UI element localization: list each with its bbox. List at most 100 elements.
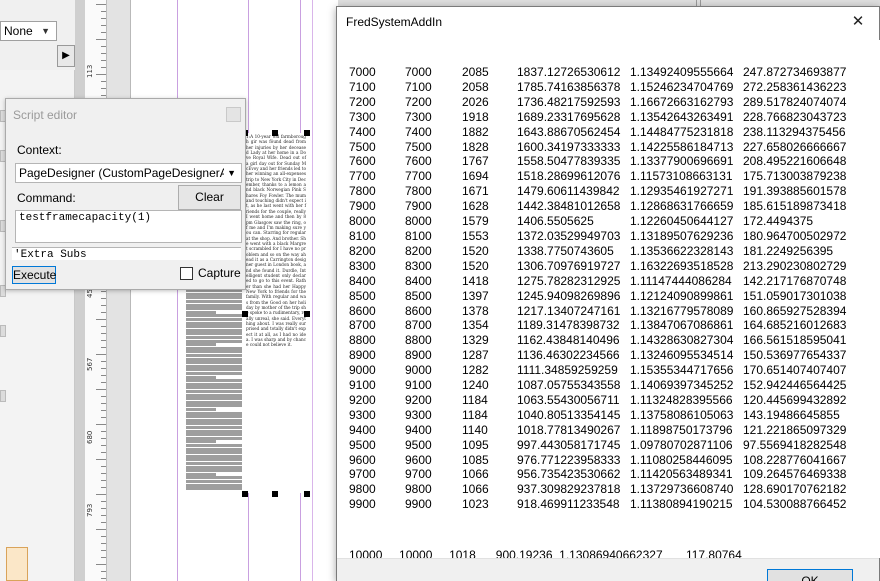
margin-guide bbox=[312, 0, 313, 581]
table-cell: 8400 bbox=[405, 273, 432, 288]
ruler-tick bbox=[101, 515, 106, 516]
table-cell: 1.11380894190215 bbox=[630, 497, 733, 512]
table-cell: 7200 bbox=[405, 94, 432, 109]
table-cell: 8600 bbox=[405, 303, 432, 318]
table-cell: 7100 bbox=[349, 79, 376, 94]
placeholder-text-frame[interactable] bbox=[186, 282, 242, 491]
ruler-tick bbox=[101, 32, 106, 33]
ok-button[interactable]: OK bbox=[767, 569, 853, 581]
table-cell: 228.766823043723 bbox=[743, 109, 847, 124]
ruler-label: 680 bbox=[86, 430, 94, 444]
table-row: 9100 9100 1240 1087.05755343558 1.1406939734… bbox=[349, 378, 853, 393]
table-cell: 160.865927528394 bbox=[743, 303, 847, 318]
context-select[interactable]: PageDesigner (CustomPageDesignerA ▼ bbox=[15, 163, 242, 183]
table-cell: 1287 bbox=[462, 348, 489, 363]
panel-splitter[interactable] bbox=[75, 0, 85, 581]
table-cell: 1837.12726530612 bbox=[517, 65, 621, 79]
table-cell: 1354 bbox=[462, 318, 489, 333]
table-cell: 1479.60611439842 bbox=[517, 184, 620, 199]
resize-handle[interactable] bbox=[242, 311, 248, 317]
table-cell: 1184 bbox=[462, 407, 488, 422]
table-cell: 1.13377900696691 bbox=[630, 154, 734, 169]
table-cell: 9800 bbox=[405, 482, 432, 497]
table-cell: 9200 bbox=[349, 392, 376, 407]
ruler-tick bbox=[96, 74, 106, 75]
close-icon[interactable]: ✕ bbox=[843, 9, 873, 35]
resize-handle[interactable] bbox=[304, 130, 310, 136]
table-cell: 1736.48217592593 bbox=[517, 94, 621, 109]
view-select[interactable]: None ▼ bbox=[0, 21, 57, 41]
table-cell: 7700 bbox=[405, 169, 432, 184]
resize-handle[interactable] bbox=[272, 491, 278, 497]
table-cell: 9100 bbox=[349, 378, 376, 393]
capture-checkbox[interactable] bbox=[180, 267, 193, 280]
placeholder-line bbox=[186, 314, 242, 318]
table-row: 8400 8400 1418 1275.78282312925 1.1114744408… bbox=[349, 274, 853, 289]
context-label: Context: bbox=[17, 143, 62, 157]
table-cell: 7600 bbox=[405, 154, 432, 169]
table-cell: 1600.34197333333 bbox=[517, 139, 621, 154]
table-cell: 8700 bbox=[405, 318, 432, 333]
ruler-tick bbox=[96, 529, 106, 530]
table-cell: 7000 bbox=[349, 65, 376, 79]
table-row: 7900 7900 1628 1442.38481012658 1.1286863176… bbox=[349, 199, 853, 214]
ruler-tick bbox=[101, 445, 106, 446]
placeholder-line bbox=[186, 336, 242, 339]
play-arrow-button[interactable]: ▶ bbox=[57, 45, 75, 67]
table-cell: 191.393885601578 bbox=[743, 184, 847, 199]
command-input[interactable]: testframecapacity(1) bbox=[15, 210, 242, 243]
panel-tab[interactable] bbox=[0, 390, 6, 402]
table-row: 8500 8500 1397 1245.94098269896 1.1212409089… bbox=[349, 289, 853, 304]
table-cell: 1628 bbox=[462, 199, 489, 214]
placeholder-line bbox=[186, 444, 242, 447]
ruler-tick bbox=[101, 312, 106, 313]
ruler-tick bbox=[101, 473, 106, 474]
placeholder-line bbox=[186, 364, 242, 368]
table-cell: 1.12935461927271 bbox=[630, 184, 734, 199]
placeholder-line bbox=[186, 321, 242, 325]
table-cell: 1.13758086105063 bbox=[630, 407, 734, 422]
table-cell: 8800 bbox=[349, 333, 376, 348]
placeholder-line bbox=[186, 411, 242, 415]
resize-handle[interactable] bbox=[272, 130, 278, 136]
table-cell: 175.713003879238 bbox=[743, 169, 847, 184]
table-cell: 9700 bbox=[405, 467, 432, 482]
table-cell: 121.221865097329 bbox=[743, 422, 847, 437]
table-row: 7400 7400 1882 1643.88670562454 1.1448477523… bbox=[349, 125, 853, 140]
table-cell: 8200 bbox=[349, 243, 376, 258]
table-cell: 1066 bbox=[462, 467, 489, 482]
table-cell: 166.561518595041 bbox=[743, 333, 847, 348]
ruler-tick bbox=[101, 347, 106, 348]
table-cell: 7800 bbox=[349, 184, 376, 199]
clear-button[interactable]: Clear bbox=[178, 185, 241, 210]
table-cell: 1140 bbox=[462, 422, 488, 437]
table-cell: 208.495221606648 bbox=[743, 154, 847, 169]
table-cell: 8500 bbox=[405, 288, 432, 303]
article-text-frame[interactable]: 1:A 10-year_old farmborough gir was foun… bbox=[245, 133, 307, 493]
table-cell: 9000 bbox=[349, 363, 376, 378]
table-cell: 1558.50477839335 bbox=[517, 154, 621, 169]
placeholder-line bbox=[186, 472, 216, 476]
resize-handle[interactable] bbox=[304, 491, 310, 497]
resize-handle[interactable] bbox=[304, 311, 310, 317]
table-cell: 1.13189507629236 bbox=[630, 228, 734, 243]
execute-button[interactable]: Execute bbox=[12, 266, 56, 284]
panel-tab[interactable] bbox=[0, 325, 6, 337]
table-cell: 1643.88670562454 bbox=[517, 124, 621, 139]
resize-handle[interactable] bbox=[242, 491, 248, 497]
ruler-tick bbox=[101, 522, 106, 523]
close-button[interactable] bbox=[226, 107, 241, 122]
script-editor-title: Script editor bbox=[13, 108, 78, 122]
table-cell: 1.09780702871106 bbox=[630, 437, 733, 452]
output-field[interactable]: 'Extra Subs bbox=[12, 247, 241, 260]
table-row: 9900 9900 1023 918.469911233548 1.1138089419… bbox=[349, 497, 853, 512]
placeholder-line bbox=[186, 303, 242, 307]
table-cell: 164.685216012683 bbox=[743, 318, 847, 333]
placeholder-line bbox=[186, 451, 242, 455]
placeholder-line bbox=[186, 476, 242, 480]
ruler-tick bbox=[101, 326, 106, 327]
table-cell: 1.13847067086861 bbox=[630, 318, 734, 333]
ruler-tick bbox=[101, 361, 106, 362]
results-table: 7000 7000 2085 1837.12726530612 1.1349240955… bbox=[349, 65, 853, 512]
table-row: 9800 9800 1066 937.309829237818 1.1372973660… bbox=[349, 482, 853, 497]
